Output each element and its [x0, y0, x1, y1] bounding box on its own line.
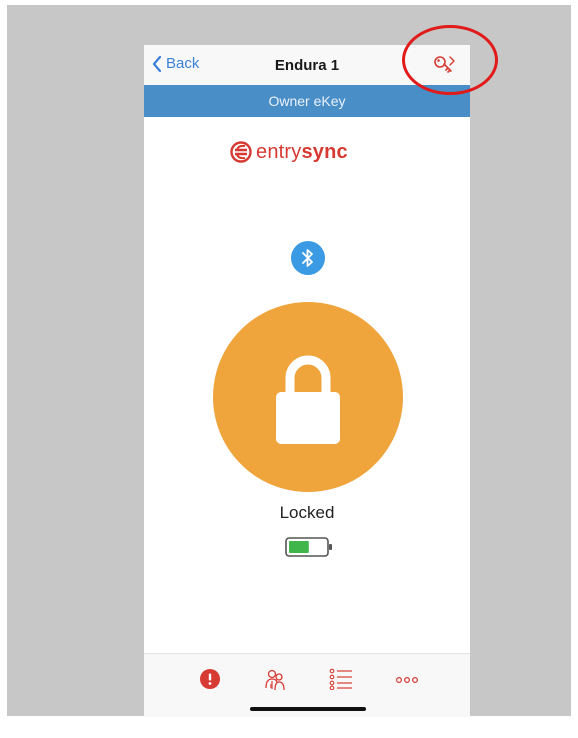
- tab-activity[interactable]: [329, 668, 353, 695]
- padlock-icon: [276, 355, 340, 444]
- lock-toggle-button[interactable]: [213, 302, 403, 492]
- ekey-type-banner: Owner eKey: [144, 85, 470, 117]
- entrysync-logo: entrysync: [230, 137, 390, 167]
- bluetooth-button[interactable]: [291, 241, 325, 275]
- annotation-circle: [402, 25, 498, 95]
- list-icon: [329, 668, 352, 691]
- tab-lock[interactable]: [199, 668, 221, 695]
- entrysync-logo-icon: [230, 141, 252, 163]
- screenshot-frame: Back Endura 1 Owner eKey entrysync Locke…: [7, 5, 571, 717]
- battery-level-fill: [289, 541, 309, 553]
- alert-icon: [200, 669, 220, 689]
- lock-status-label: Locked: [279, 503, 335, 522]
- logo-text-sync: sync: [301, 140, 348, 163]
- more-icon: [395, 676, 419, 684]
- phone-screen: Back Endura 1 Owner eKey entrysync Locke…: [144, 45, 470, 717]
- bluetooth-icon: [302, 249, 313, 267]
- logo-text-entry: entry: [256, 140, 302, 163]
- users-key-icon: [265, 669, 285, 691]
- battery-icon: [285, 537, 332, 557]
- tab-users[interactable]: [264, 668, 286, 697]
- tab-more[interactable]: [395, 672, 419, 690]
- home-indicator[interactable]: [250, 707, 366, 711]
